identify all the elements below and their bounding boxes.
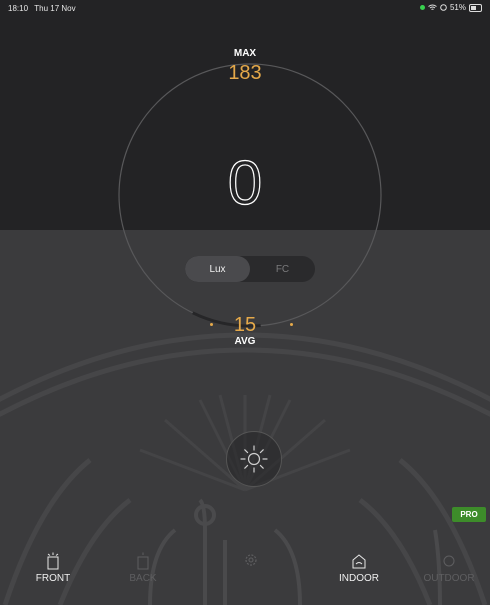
- battery-percent: 51%: [449, 3, 466, 12]
- tab-back-label: BACK: [129, 573, 157, 584]
- unit-fc-button[interactable]: FC: [250, 256, 315, 282]
- current-reading: 0: [227, 148, 263, 218]
- tab-indoor[interactable]: INDOOR: [324, 552, 394, 584]
- avg-value: 15: [233, 314, 257, 336]
- tab-front-label: FRONT: [35, 573, 71, 584]
- wifi-icon: [428, 4, 437, 10]
- max-label: MAX: [233, 48, 257, 59]
- location-icon: [440, 4, 447, 11]
- status-time: 18:10: [8, 4, 29, 13]
- unit-toggle[interactable]: Lux FC: [185, 256, 315, 282]
- max-value: 183: [228, 62, 262, 84]
- status-bar: 18:10 Thu 17 Nov 51%: [0, 0, 490, 16]
- tab-back[interactable]: BACK: [108, 552, 178, 584]
- tab-front[interactable]: FRONT: [18, 552, 88, 584]
- outdoor-icon: [443, 555, 455, 567]
- unit-lux-button[interactable]: Lux: [185, 256, 250, 282]
- sun-icon: [240, 445, 268, 473]
- tab-settings[interactable]: [216, 552, 286, 571]
- gear-icon: [245, 554, 257, 566]
- light-sensor-button[interactable]: [226, 431, 282, 487]
- tab-indoor-label: INDOOR: [339, 573, 379, 584]
- privacy-dot-icon: [419, 5, 425, 10]
- avg-right-marker: [290, 323, 293, 326]
- house-icon: [352, 554, 366, 569]
- status-date: Thu 17 Nov: [34, 4, 76, 13]
- battery-icon: [469, 3, 482, 12]
- pro-badge[interactable]: PRO: [452, 507, 486, 522]
- tab-outdoor-label: OUTDOOR: [423, 573, 475, 584]
- avg-label: AVG: [234, 336, 256, 347]
- tab-outdoor[interactable]: OUTDOOR: [414, 552, 484, 584]
- status-indicators: 51%: [419, 3, 482, 12]
- front-camera-icon: [47, 552, 59, 570]
- back-camera-icon: [137, 552, 149, 570]
